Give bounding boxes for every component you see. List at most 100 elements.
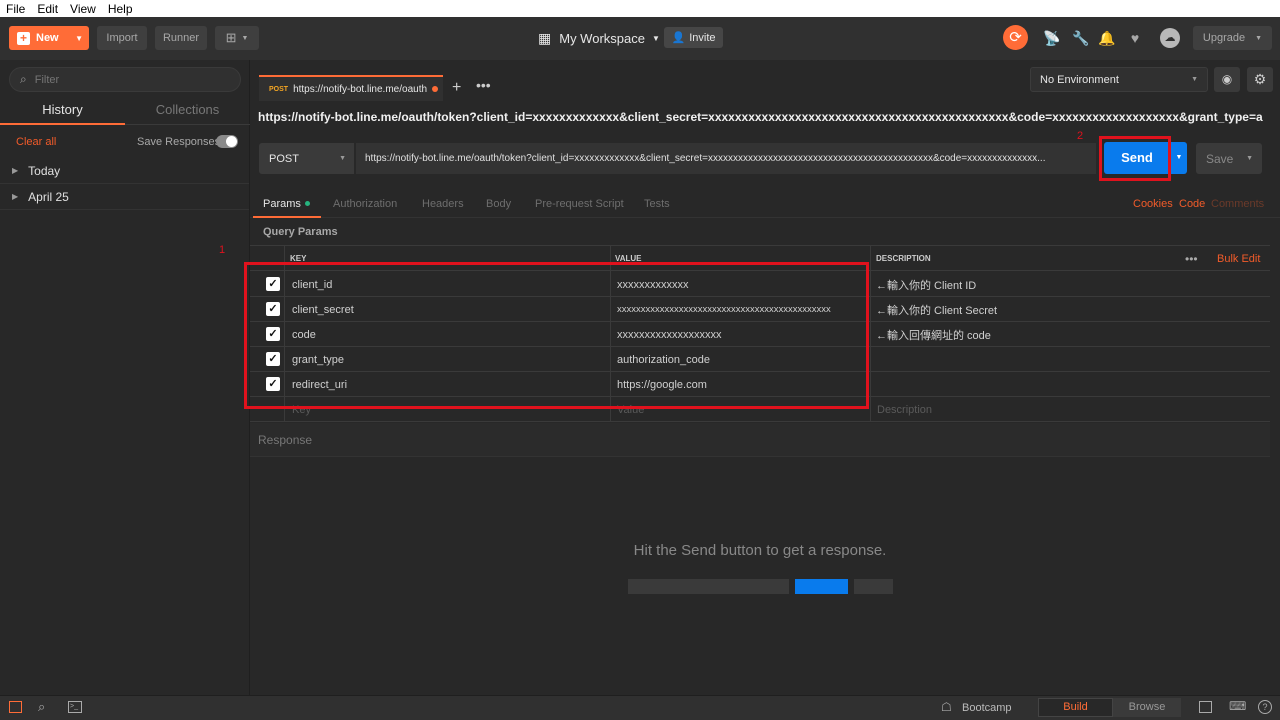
more-tabs-icon[interactable]: ••• (476, 77, 491, 93)
placeholder-bar (854, 579, 893, 594)
tab-collections[interactable]: Collections (125, 100, 250, 125)
invite-label: Invite (689, 31, 716, 44)
environment-select[interactable]: No Environment ▼ (1030, 67, 1208, 92)
chevron-right-icon: ▶ (12, 192, 19, 201)
param-description[interactable]: ←輸入你的 Client Secret (876, 297, 997, 322)
chevron-right-icon: ▶ (12, 166, 19, 175)
chevron-down-icon: ▼ (241, 34, 249, 42)
method-select[interactable]: POST ▼ (259, 143, 354, 174)
method-label: POST (269, 152, 299, 165)
clear-all-link[interactable]: Clear all (16, 136, 56, 148)
save-responses-label: Save Responses (137, 136, 221, 148)
bootcamp-link[interactable]: Bootcamp (962, 702, 1012, 714)
new-button-label: New (36, 32, 59, 44)
annotation-box-params (244, 262, 869, 409)
workspace-switcher[interactable]: ▦ My Workspace ▼ (538, 26, 660, 50)
tab-body[interactable]: Body (486, 198, 511, 210)
url-input[interactable]: https://notify-bot.line.me/oauth/token?c… (356, 143, 1096, 174)
keyboard-icon[interactable]: ⌨ (1229, 699, 1246, 713)
sync-icon[interactable]: ⟳ (1003, 25, 1028, 50)
menu-file[interactable]: File (0, 2, 31, 16)
history-group-april-25[interactable]: ▶ April 25 (0, 184, 249, 210)
main-panel: POST https://notify-bot.line.me/oauth + … (219, 60, 1280, 695)
method-badge: POST (269, 85, 289, 93)
history-group-today[interactable]: ▶ Today (0, 158, 249, 184)
console-icon[interactable]: >_ (68, 701, 82, 713)
code-link[interactable]: Code (1179, 198, 1205, 210)
build-label: Build (1063, 701, 1088, 713)
menu-view[interactable]: View (64, 2, 102, 16)
save-button-label: Save (1206, 151, 1234, 166)
browse-toggle[interactable]: Browse (1113, 698, 1181, 717)
help-icon[interactable]: ? (1258, 700, 1272, 714)
tab-collections-label: Collections (155, 102, 220, 117)
more-options-icon[interactable]: ••• (1185, 246, 1198, 271)
history-group-label: April 25 (28, 189, 69, 204)
new-window-button[interactable]: ⊞ ▼ (215, 26, 259, 50)
param-description[interactable]: ←輸入回傳網址的 code (876, 322, 991, 347)
filter-input[interactable] (34, 73, 215, 86)
chevron-down-icon[interactable]: ▼ (75, 34, 83, 43)
build-toggle[interactable]: Build (1038, 698, 1113, 717)
tab-history-label: History (42, 102, 83, 117)
new-button[interactable]: + New ▼ (9, 26, 89, 50)
comments-link[interactable]: Comments (1211, 198, 1264, 210)
app-header: + New ▼ Import Runner ⊞ ▼ ▦ My Workspace… (0, 17, 1280, 60)
menu-edit[interactable]: Edit (31, 2, 64, 16)
tab-params-label: Params (263, 197, 301, 210)
save-responses-toggle[interactable] (216, 135, 238, 148)
tab-history[interactable]: History (0, 100, 125, 125)
import-button[interactable]: Import (97, 26, 147, 50)
caret-down-icon: ▼ (1191, 76, 1198, 83)
bulk-edit-link[interactable]: Bulk Edit (1217, 246, 1260, 271)
workspace-label: My Workspace (559, 30, 645, 46)
col-description-header: DESCRIPTION (876, 254, 931, 263)
caret-down-icon: ▼ (651, 33, 660, 43)
bootcamp-icon: ☖ (941, 700, 952, 714)
response-header: Response (250, 423, 1270, 457)
sidebar-toggle-icon[interactable] (9, 701, 22, 713)
tab-tests[interactable]: Tests (644, 198, 670, 210)
upgrade-label: Upgrade (1202, 32, 1246, 44)
upgrade-button[interactable]: Upgrade ▼ (1193, 26, 1272, 50)
request-tab[interactable]: POST https://notify-bot.line.me/oauth (259, 75, 443, 101)
add-user-icon: 👤 (671, 32, 686, 44)
gear-icon[interactable]: ⚙ (1247, 67, 1273, 92)
find-icon[interactable]: ⌕ (38, 699, 45, 715)
menu-help[interactable]: Help (102, 2, 139, 16)
runner-button[interactable]: Runner (155, 26, 207, 50)
query-params-title: Query Params (263, 226, 338, 238)
tab-authorization[interactable]: Authorization (333, 198, 397, 210)
cookies-link[interactable]: Cookies (1133, 198, 1173, 210)
param-description[interactable]: ←輸入你的 Client ID (876, 272, 976, 297)
heart-icon[interactable]: ♥ (1125, 28, 1145, 48)
layout-icon[interactable] (1199, 701, 1212, 713)
url-text: https://notify-bot.line.me/oauth/token?c… (365, 153, 1046, 164)
satellite-icon[interactable]: 📡 (1042, 28, 1062, 48)
caret-down-icon: ▼ (1246, 155, 1253, 162)
wrench-icon[interactable]: 🔧 (1071, 28, 1091, 48)
subtab-bar: Params Authorization Headers Body Pre-re… (250, 191, 1280, 218)
tab-pre-request-script[interactable]: Pre-request Script (535, 198, 624, 210)
tab-params[interactable]: Params (253, 191, 321, 218)
invite-button[interactable]: 👤 Invite (664, 27, 723, 48)
eye-icon[interactable]: ◉ (1214, 67, 1240, 92)
new-description-input[interactable]: Description (877, 397, 932, 422)
placeholder-bar (628, 579, 789, 594)
avatar[interactable]: ☁ (1160, 28, 1180, 48)
placeholder-bar-blue (795, 579, 848, 594)
request-name[interactable]: https://notify-bot.line.me/oauth/token?c… (258, 110, 1263, 124)
tab-headers[interactable]: Headers (422, 198, 464, 210)
send-options-button[interactable]: ▼ (1171, 142, 1187, 174)
request-tab-title: https://notify-bot.line.me/oauth (293, 83, 428, 95)
response-title: Response (258, 433, 313, 447)
add-tab-icon[interactable]: + (452, 79, 461, 97)
save-button[interactable]: Save ▼ (1196, 143, 1262, 174)
filter-box[interactable]: ⌕ (9, 67, 241, 92)
plus-icon: + (17, 31, 30, 45)
new-window-icon: ⊞ (225, 30, 237, 45)
bell-icon[interactable]: 🔔 (1097, 28, 1117, 48)
grid-icon: ▦ (538, 29, 552, 46)
search-icon: ⌕ (20, 72, 27, 86)
environment-label: No Environment (1040, 73, 1119, 86)
